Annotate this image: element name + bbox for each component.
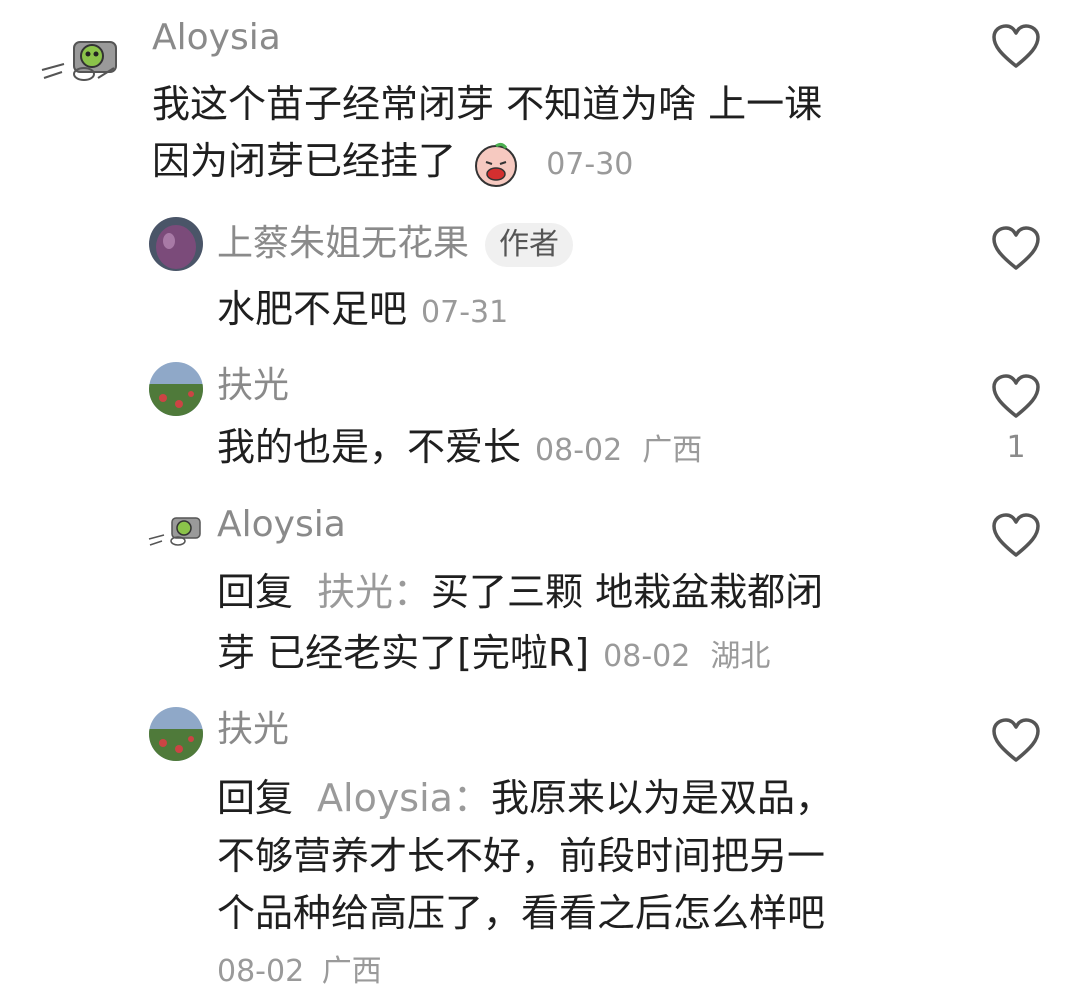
author-badge: 作者 [485, 223, 574, 267]
comment-text: 我这个苗子经常闭芽 不知道为啥 上一课 [152, 76, 822, 133]
comment-date: 08-02 [603, 639, 691, 674]
heart-outline-icon[interactable] [991, 718, 1041, 764]
comment-text: 个品种给高压了，看看之后怎么样吧 [217, 885, 825, 942]
avatar[interactable] [146, 515, 204, 551]
avatar[interactable] [149, 217, 203, 271]
username-text[interactable]: 上蔡朱姐无花果 [217, 223, 469, 264]
comment-text-line: 买了三颗 地栽盆栽都闭 [431, 570, 824, 614]
reply-label: 回复 [217, 776, 294, 820]
comment-location: 湖北 [710, 639, 771, 674]
comment-text: 回复 扶光：买了三颗 地栽盆栽都闭 [217, 564, 823, 621]
comment-location: 广西 [642, 433, 703, 468]
comment-text: 我的也是，不爱长 08-02 广西 [217, 419, 702, 479]
comment-text: 不够营养才长不好，前段时间把另一 [217, 828, 825, 885]
comment-date: 08-02 [535, 433, 623, 468]
heart-outline-icon[interactable] [991, 226, 1041, 272]
comment-meta: 08-02 广西 [217, 946, 382, 990]
comment-text-line: 水肥不足吧 [217, 287, 408, 331]
comment-text-line: 因为闭芽已经挂了 [152, 139, 457, 183]
comment-date: 08-02 [217, 954, 305, 989]
comment-text: 水肥不足吧 07-31 [217, 281, 508, 341]
heart-outline-icon[interactable] [991, 374, 1041, 420]
reply-label: 回复 [217, 570, 294, 614]
comment-username[interactable]: Aloysia [152, 16, 281, 60]
comment-username[interactable]: Aloysia [217, 503, 346, 547]
comment-text-line: 芽 已经老实了[完啦R] [217, 631, 590, 675]
comment-text: 因为闭芽已经挂了 07-30 [152, 133, 633, 193]
comment-location: 广西 [321, 954, 382, 989]
reply-target-username[interactable]: Aloysia： [317, 776, 491, 820]
comment-date: 07-30 [546, 147, 634, 182]
comment-text-line: 我原来以为是双品， [490, 776, 833, 820]
avatar[interactable] [149, 362, 203, 416]
comment-text-line: 我这个苗子经常闭芽 不知道为啥 上一课 [152, 82, 823, 126]
like-count: 1 [1006, 430, 1026, 465]
comment-username: 上蔡朱姐无花果 作者 [217, 222, 574, 267]
reply-target-username[interactable]: 扶光： [317, 570, 431, 614]
heart-outline-icon[interactable] [991, 24, 1041, 70]
comment-username[interactable]: 扶光 [217, 364, 289, 408]
comment-text-line: 个品种给高压了，看看之后怎么样吧 [217, 891, 826, 935]
avatar[interactable] [38, 38, 122, 88]
comment-text-line: 不够营养才长不好，前段时间把另一 [217, 834, 826, 878]
comment-text: 芽 已经老实了[完啦R] 08-02 湖北 [217, 625, 770, 685]
comment-date: 07-31 [421, 295, 509, 330]
avatar[interactable] [149, 707, 203, 761]
comment-username[interactable]: 扶光 [217, 708, 289, 752]
crying-face-sticker-icon [472, 140, 520, 188]
comment-text: 回复 Aloysia：我原来以为是双品， [217, 770, 833, 827]
comment-text-line: 我的也是，不爱长 [217, 425, 522, 469]
heart-outline-icon[interactable] [991, 513, 1041, 559]
